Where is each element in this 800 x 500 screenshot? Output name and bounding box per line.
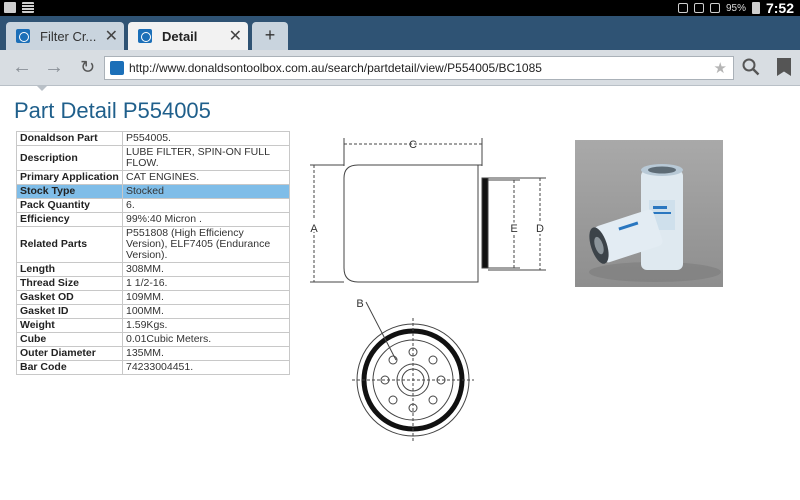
spec-value: Stocked (122, 184, 290, 199)
tab-label: Detail (162, 28, 198, 44)
spec-value: LUBE FILTER, SPIN-ON FULL FLOW. (122, 145, 290, 171)
spec-value: P551808 (High Efficiency Version), ELF74… (122, 226, 290, 263)
table-row: Cube 0.01Cubic Meters. (16, 332, 290, 347)
spec-value: CAT ENGINES. (122, 170, 290, 185)
tab-pointer (36, 85, 48, 91)
spec-label: Outer Diameter (16, 346, 123, 361)
tab-filter-cross[interactable]: Filter Cr... ✕ (6, 22, 124, 50)
table-row: Primary Application CAT ENGINES. (16, 170, 290, 185)
tab-strip: Filter Cr... ✕ Detail ✕ + (0, 16, 800, 50)
eye-icon (677, 3, 688, 13)
tab-detail[interactable]: Detail ✕ (128, 22, 248, 50)
spec-label: Gasket OD (16, 290, 123, 305)
clock: 7:52 (765, 0, 794, 16)
spec-value: 1 1/2-16. (122, 276, 290, 291)
status-bar: 95% 7:52 (0, 0, 800, 16)
dim-label-c: C (409, 139, 417, 151)
filter-photo-illustration (589, 164, 721, 282)
page-title: Part Detail P554005 (14, 98, 211, 123)
spec-value: 135MM. (122, 346, 290, 361)
table-row: Gasket OD 109MM. (16, 290, 290, 305)
spec-label: Bar Code (16, 360, 123, 375)
dim-label-e: E (510, 223, 517, 235)
site-favicon-icon (110, 61, 124, 75)
site-favicon-icon (16, 29, 30, 43)
forward-arrow-icon[interactable]: → (44, 56, 64, 79)
table-row: Weight 1.59Kgs. (16, 318, 290, 333)
spec-value: 1.59Kgs. (122, 318, 290, 333)
spec-label: Thread Size (16, 276, 123, 291)
wifi-icon (709, 3, 720, 13)
spec-label: Cube (16, 332, 123, 347)
spec-label: Related Parts (16, 226, 123, 263)
spec-value: 99%:40 Micron . (122, 212, 290, 227)
specs-table: Donaldson Part P554005. Description LUBE FI… (16, 131, 290, 375)
spec-label: Weight (16, 318, 123, 333)
notes-notification-icon (22, 2, 34, 13)
gallery-notification-icon (4, 2, 16, 13)
tab-label: Filter Cr... (40, 28, 97, 44)
spec-label: Description (16, 145, 123, 171)
url-text: http://www.donaldsontoolbox.com.au/searc… (129, 61, 542, 75)
dim-label-d: D (536, 223, 544, 235)
table-row: Length 308MM. (16, 262, 290, 277)
spec-label: Gasket ID (16, 304, 123, 319)
site-favicon-icon (138, 29, 152, 43)
spec-label: Stock Type (16, 184, 123, 199)
spec-value: P554005. (122, 131, 290, 146)
spec-label: Pack Quantity (16, 198, 123, 213)
table-row: Thread Size 1 1/2-16. (16, 276, 290, 291)
product-photo (575, 140, 723, 287)
table-row: Efficiency 99%:40 Micron . (16, 212, 290, 227)
table-row: Related Parts P551808 (High Efficiency Ve… (16, 226, 290, 263)
spec-value: 74233004451. (122, 360, 290, 375)
dim-label-b: B (356, 298, 363, 310)
table-row: Gasket ID 100MM. (16, 304, 290, 319)
spec-label: Donaldson Part (16, 131, 123, 146)
table-row: Description LUBE FILTER, SPIN-ON FULL FLO… (16, 145, 290, 171)
battery-icon (751, 2, 760, 14)
address-bar: ← → ↻ http://www.donaldsontoolbox.com.au… (0, 50, 800, 86)
filter-dimension-drawing: C A E D B (308, 138, 546, 442)
bookmarks-icon[interactable] (777, 58, 791, 76)
back-arrow-icon[interactable]: ← (12, 56, 32, 79)
close-tab-icon[interactable]: ✕ (229, 26, 242, 46)
battery-percent: 95% (725, 2, 746, 14)
spec-label: Length (16, 262, 123, 277)
table-row: Outer Diameter 135MM. (16, 346, 290, 361)
spec-label: Primary Application (16, 170, 123, 185)
reload-icon[interactable]: ↻ (80, 57, 95, 78)
table-row: Stock Type Stocked (16, 184, 290, 199)
spec-value: 0.01Cubic Meters. (122, 332, 290, 347)
mute-icon (693, 3, 704, 13)
search-icon[interactable] (742, 58, 760, 76)
dim-label-a: A (310, 223, 318, 235)
table-row: Pack Quantity 6. (16, 198, 290, 213)
spec-value: 308MM. (122, 262, 290, 277)
close-tab-icon[interactable]: ✕ (105, 26, 118, 46)
table-row: Donaldson Part P554005. (16, 131, 290, 146)
spec-value: 109MM. (122, 290, 290, 305)
table-row: Bar Code 74233004451. (16, 360, 290, 375)
new-tab-button[interactable]: + (252, 22, 288, 50)
spec-value: 6. (122, 198, 290, 213)
spec-value: 100MM. (122, 304, 290, 319)
url-field[interactable]: http://www.donaldsontoolbox.com.au/searc… (104, 56, 734, 80)
star-icon[interactable]: ★ (714, 59, 727, 77)
spec-label: Efficiency (16, 212, 123, 227)
